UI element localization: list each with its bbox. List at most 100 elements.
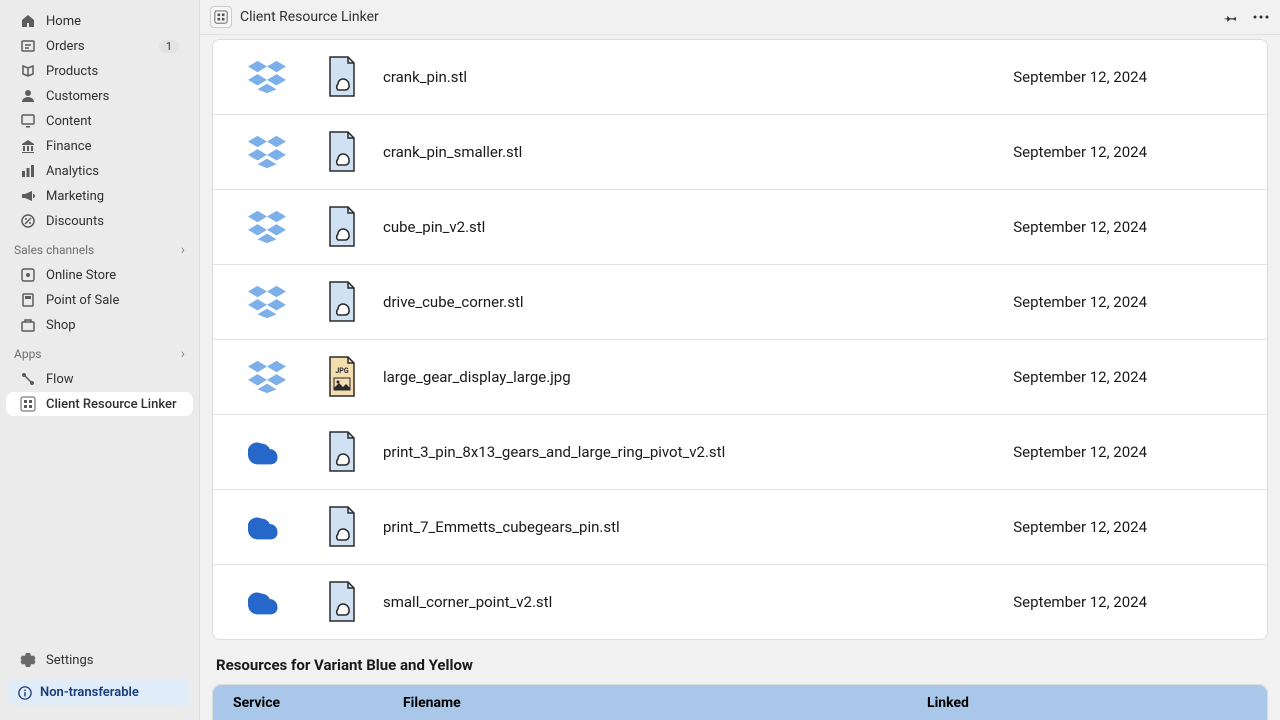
plan-badge[interactable]: Non-transferable (8, 679, 189, 706)
sidebar-item-settings[interactable]: Settings (6, 648, 193, 672)
sales-channels-header[interactable]: Sales channels › (0, 234, 199, 262)
nav-label: Finance (46, 139, 91, 154)
sidebar-item-finance[interactable]: Finance (6, 134, 193, 158)
onedrive-icon (248, 514, 286, 540)
file-date: September 12, 2024 (1013, 143, 1247, 161)
variant-section-title: Resources for Variant Blue and Yellow (216, 656, 1264, 674)
nav-label: Orders (46, 39, 85, 54)
file-row[interactable]: small_corner_point_v2.stl September 12, … (213, 565, 1267, 639)
nav-label: Settings (46, 653, 93, 668)
file-date: September 12, 2024 (1013, 68, 1247, 86)
topbar: Client Resource Linker (200, 0, 1280, 35)
header-filename: Filename (403, 695, 927, 711)
filename: print_3_pin_8x13_gears_and_large_ring_pi… (383, 443, 1001, 461)
nav-label: Online Store (46, 268, 116, 283)
service-cell (233, 210, 301, 244)
file-date: September 12, 2024 (1013, 518, 1247, 536)
sidebar-item-marketing[interactable]: Marketing (6, 184, 193, 208)
badge: 1 (159, 40, 179, 53)
nav-label: Client Resource Linker (46, 397, 177, 412)
finance-icon (20, 138, 36, 154)
sidebar-item-point-of-sale[interactable]: Point of Sale (6, 288, 193, 312)
header-service: Service (233, 695, 403, 711)
page-title: Client Resource Linker (240, 9, 379, 25)
file-date: September 12, 2024 (1013, 593, 1247, 611)
file-row[interactable]: crank_pin_smaller.stl September 12, 2024 (213, 115, 1267, 190)
onedrive-icon (248, 589, 286, 615)
filename: crank_pin.stl (383, 68, 1001, 86)
linker-icon (20, 396, 36, 412)
content-area: crank_pin.stl September 12, 2024 crank_p… (200, 35, 1280, 720)
service-cell (233, 60, 301, 94)
sidebar-item-discounts[interactable]: Discounts (6, 209, 193, 233)
filename: print_7_Emmetts_cubegears_pin.stl (383, 518, 1001, 536)
cloud-file-icon (326, 206, 358, 248)
file-row[interactable]: cube_pin_v2.stl September 12, 2024 (213, 190, 1267, 265)
file-date: September 12, 2024 (1013, 443, 1247, 461)
nav-label: Discounts (46, 214, 104, 229)
sidebar-item-products[interactable]: Products (6, 59, 193, 83)
chevron-right-icon: › (181, 242, 185, 258)
file-row[interactable]: drive_cube_corner.stl September 12, 2024 (213, 265, 1267, 340)
file-row[interactable]: print_3_pin_8x13_gears_and_large_ring_pi… (213, 415, 1267, 490)
filetype-cell (313, 131, 371, 173)
pos-icon (20, 292, 36, 308)
table-header-row: Service Filename Linked (213, 685, 1267, 720)
sidebar-item-analytics[interactable]: Analytics (6, 159, 193, 183)
nav-label: Content (46, 114, 92, 129)
cloud-file-icon (326, 506, 358, 548)
sidebar-item-online-store[interactable]: Online Store (6, 263, 193, 287)
dropbox-icon (248, 360, 286, 394)
onedrive-icon (248, 439, 286, 465)
service-cell (233, 439, 301, 465)
more-icon[interactable] (1252, 8, 1270, 26)
file-row[interactable]: crank_pin.stl September 12, 2024 (213, 40, 1267, 115)
filetype-cell (313, 431, 371, 473)
sidebar-item-client-resource-linker[interactable]: Client Resource Linker (6, 392, 193, 416)
chevron-right-icon: › (181, 346, 185, 362)
cloud-file-icon (326, 281, 358, 323)
cloud-file-icon (326, 581, 358, 623)
sidebar-item-home[interactable]: Home (6, 9, 193, 33)
file-date: September 12, 2024 (1013, 218, 1247, 236)
analytics-icon (20, 163, 36, 179)
header-linked: Linked (927, 695, 1247, 711)
file-list: crank_pin.stl September 12, 2024 crank_p… (212, 39, 1268, 640)
service-cell (233, 514, 301, 540)
filetype-cell (313, 56, 371, 98)
file-row[interactable]: JPG large_gear_display_large.jpg Septemb… (213, 340, 1267, 415)
main: Client Resource Linker crank_pin.stl Sep… (200, 0, 1280, 720)
orders-icon (20, 38, 36, 54)
service-cell (233, 589, 301, 615)
cloud-file-icon (326, 56, 358, 98)
sidebar: Home Orders 1 Products Customers Content… (0, 0, 200, 720)
apps-header[interactable]: Apps › (0, 338, 199, 366)
filetype-cell (313, 581, 371, 623)
flow-icon (20, 371, 36, 387)
file-row[interactable]: print_7_Emmetts_cubegears_pin.stl Septem… (213, 490, 1267, 565)
sidebar-item-shop[interactable]: Shop (6, 313, 193, 337)
pin-icon[interactable] (1222, 8, 1240, 26)
sidebar-item-customers[interactable]: Customers (6, 84, 193, 108)
plan-label: Non-transferable (40, 685, 139, 700)
sidebar-item-flow[interactable]: Flow (6, 367, 193, 391)
nav-label: Home (46, 14, 81, 29)
dropbox-icon (248, 135, 286, 169)
filetype-cell (313, 281, 371, 323)
jpg-file-icon: JPG (326, 356, 358, 398)
info-icon (18, 686, 32, 700)
customers-icon (20, 88, 36, 104)
nav-label: Flow (46, 372, 74, 387)
nav-label: Marketing (46, 189, 104, 204)
products-icon (20, 63, 36, 79)
home-icon (20, 13, 36, 29)
section-label: Apps (14, 347, 42, 361)
shop-icon (20, 317, 36, 333)
sidebar-item-orders[interactable]: Orders 1 (6, 34, 193, 58)
sidebar-item-content[interactable]: Content (6, 109, 193, 133)
filename: drive_cube_corner.stl (383, 293, 1001, 311)
filename: crank_pin_smaller.stl (383, 143, 1001, 161)
marketing-icon (20, 188, 36, 204)
nav-label: Customers (46, 89, 109, 104)
dropbox-icon (248, 60, 286, 94)
